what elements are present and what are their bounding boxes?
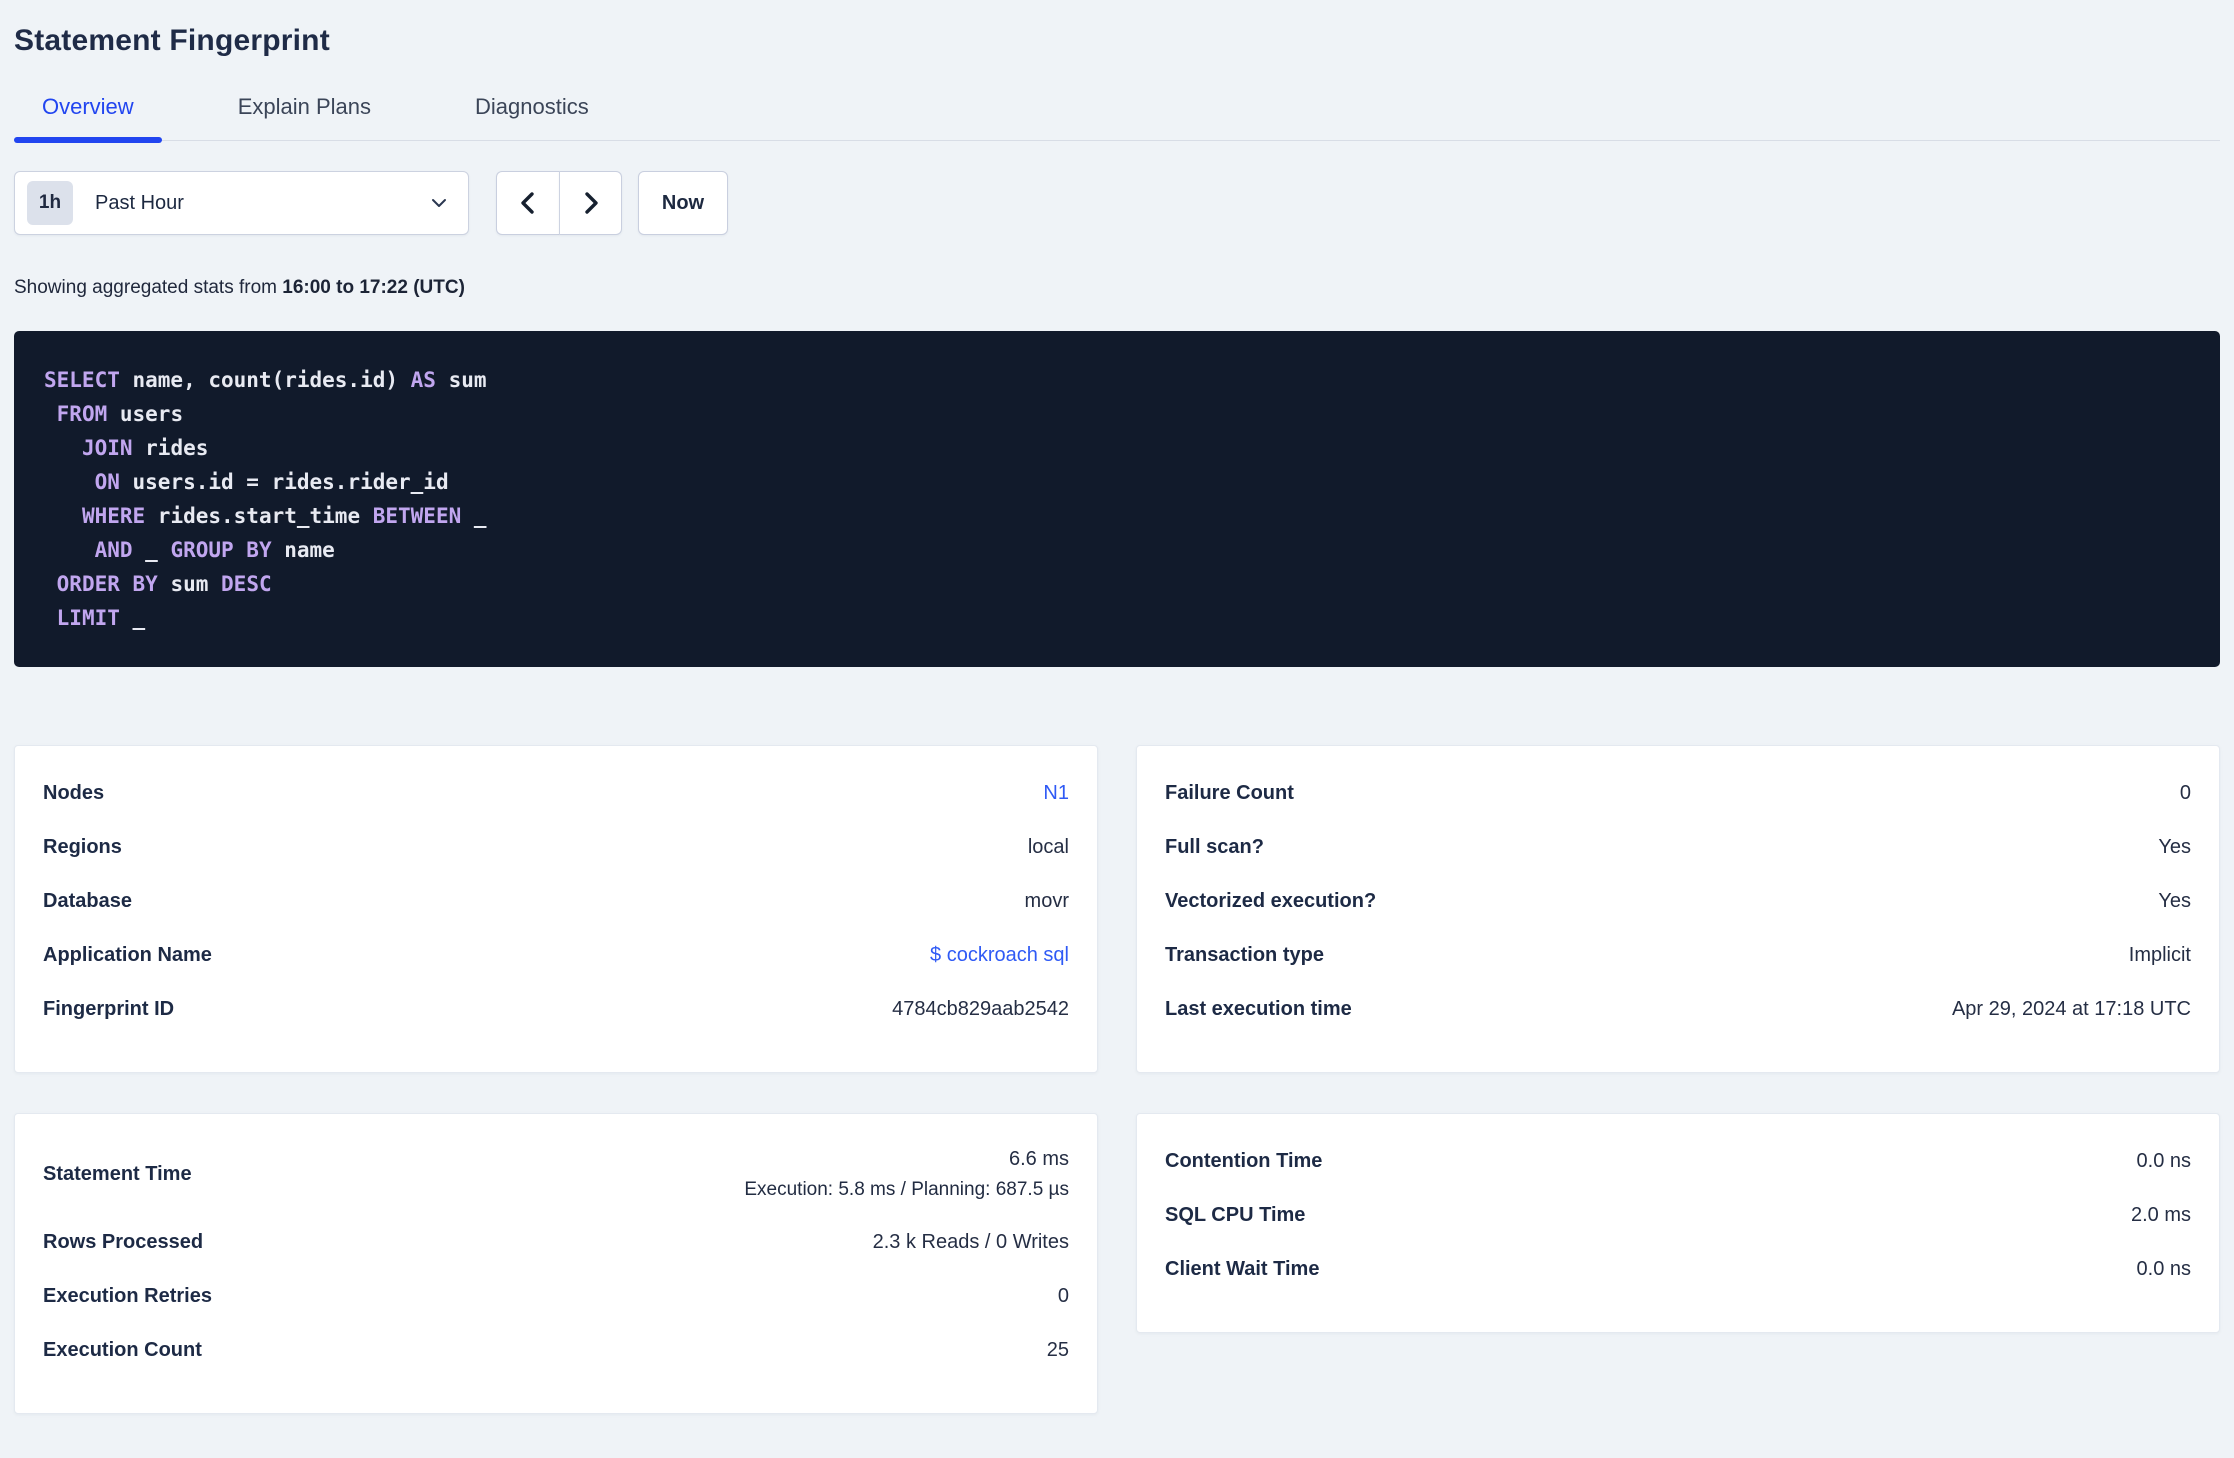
- chevron-down-icon: [432, 199, 446, 207]
- sql-line: AND _ GROUP BY name: [94, 538, 335, 562]
- vectorized-execution-label: Vectorized execution?: [1165, 889, 1377, 912]
- database-row: Database movr: [15, 874, 1097, 928]
- sql-line: LIMIT _: [56, 606, 146, 630]
- fingerprint-id-value: 4784cb829aab2542: [892, 997, 1069, 1020]
- sql-cpu-time-row: SQL CPU Time 2.0 ms: [1137, 1188, 2219, 1242]
- last-execution-time-label: Last execution time: [1165, 997, 1352, 1020]
- transaction-type-label: Transaction type: [1165, 943, 1324, 966]
- application-name-label: Application Name: [43, 943, 212, 966]
- time-arrow-group: [496, 171, 622, 235]
- client-wait-time-value: 0.0 ns: [2136, 1257, 2191, 1280]
- sql-statement-box: SELECT name, count(rides.id) AS sum FROM…: [14, 331, 2220, 667]
- sql-cpu-time-value: 2.0 ms: [2130, 1203, 2191, 1226]
- rows-processed-row: Rows Processed 2.3 k Reads / 0 Writes: [15, 1215, 1097, 1269]
- nodes-row: Nodes N1: [15, 766, 1097, 820]
- tab-explain-plans[interactable]: Explain Plans: [210, 94, 399, 140]
- nodes-label: Nodes: [43, 781, 105, 804]
- time-range-dropdown[interactable]: 1h Past Hour: [14, 171, 469, 235]
- caption-time-range: 16:00 to 17:22 (UTC): [282, 277, 465, 298]
- client-wait-time-label: Client Wait Time: [1165, 1257, 1320, 1280]
- execution-count-row: Execution Count 25: [15, 1323, 1097, 1377]
- failure-count-row: Failure Count 0: [1137, 766, 2219, 820]
- execution-retries-value: 0: [1057, 1284, 1069, 1307]
- statement-time-row: Statement Time 6.6 ms Execution: 5.8 ms …: [15, 1134, 1097, 1215]
- sql-cpu-time-label: SQL CPU Time: [1165, 1203, 1306, 1226]
- chevron-left-icon: [521, 192, 534, 214]
- summary-cards: Nodes N1 Regions local Database movr App…: [14, 745, 2220, 1414]
- database-label: Database: [43, 889, 132, 912]
- statement-time-value: 6.6 ms: [1008, 1148, 1069, 1170]
- time-controls: 1h Past Hour Now: [14, 171, 2220, 235]
- transaction-type-row: Transaction type Implicit: [1137, 928, 2219, 982]
- execution-retries-row: Execution Retries 0: [15, 1269, 1097, 1323]
- sql-line: ON users.id = rides.rider_id: [94, 470, 449, 494]
- contention-time-value: 0.0 ns: [2136, 1149, 2191, 1172]
- time-range-label: Past Hour: [95, 191, 184, 214]
- sql-line: ORDER BY sum DESC: [56, 572, 272, 596]
- sql-line: WHERE rides.start_time BETWEEN _: [81, 504, 487, 528]
- transaction-type-value: Implicit: [2128, 943, 2191, 966]
- tab-overview[interactable]: Overview: [14, 94, 162, 143]
- sql-line: JOIN rides: [81, 436, 209, 460]
- execution-count-value: 25: [1046, 1338, 1069, 1361]
- statement-timing-card: Statement Time 6.6 ms Execution: 5.8 ms …: [14, 1113, 1098, 1414]
- statement-time-label: Statement Time: [43, 1163, 192, 1185]
- tab-explain-plans-label: Explain Plans: [237, 94, 371, 119]
- application-name-link[interactable]: $ cockroach sql: [930, 944, 1069, 967]
- failure-count-value: 0: [2179, 781, 2191, 804]
- caption-prefix: Showing aggregated stats from: [14, 277, 283, 298]
- full-scan-label: Full scan?: [1165, 835, 1264, 858]
- tab-bar: Overview Explain Plans Diagnostics: [14, 94, 2220, 143]
- last-execution-time-value: Apr 29, 2024 at 17:18 UTC: [1951, 997, 2191, 1020]
- full-scan-value: Yes: [2158, 835, 2191, 858]
- contention-time-row: Contention Time 0.0 ns: [1137, 1134, 2219, 1188]
- tab-diagnostics[interactable]: Diagnostics: [447, 94, 617, 140]
- chevron-right-icon: [584, 192, 598, 214]
- aggregated-stats-caption: Showing aggregated stats from 16:00 to 1…: [14, 277, 2220, 299]
- regions-row: Regions local: [15, 820, 1097, 874]
- failure-count-label: Failure Count: [1165, 781, 1294, 804]
- time-range-badge: 1h: [27, 181, 73, 225]
- sql-line: FROM users: [56, 402, 184, 426]
- database-value: movr: [1024, 889, 1069, 912]
- page-title: Statement Fingerprint: [14, 24, 330, 57]
- application-name-row: Application Name $ cockroach sql: [15, 928, 1097, 982]
- vectorized-execution-row: Vectorized execution? Yes: [1137, 874, 2219, 928]
- tab-overview-label: Overview: [42, 94, 134, 119]
- fingerprint-id-label: Fingerprint ID: [43, 997, 175, 1020]
- statement-time-breakdown: Execution: 5.8 ms / Planning: 687.5 µs: [744, 1179, 1069, 1200]
- vectorized-execution-value: Yes: [2158, 889, 2191, 912]
- execution-count-label: Execution Count: [43, 1338, 202, 1361]
- nodes-link[interactable]: N1: [1043, 782, 1069, 805]
- wait-time-card: Contention Time 0.0 ns SQL CPU Time 2.0 …: [1136, 1113, 2220, 1333]
- rows-processed-label: Rows Processed: [43, 1230, 204, 1253]
- regions-value: local: [1027, 835, 1069, 858]
- execution-attributes-card: Failure Count 0 Full scan? Yes Vectorize…: [1136, 745, 2220, 1073]
- statement-fingerprint-page: Statement Fingerprint Overview Explain P…: [0, 0, 2234, 1414]
- rows-processed-value: 2.3 k Reads / 0 Writes: [872, 1230, 1069, 1253]
- statement-details-card: Nodes N1 Regions local Database movr App…: [14, 745, 1098, 1073]
- full-scan-row: Full scan? Yes: [1137, 820, 2219, 874]
- execution-retries-label: Execution Retries: [43, 1284, 212, 1307]
- previous-time-button[interactable]: [496, 171, 559, 235]
- contention-time-label: Contention Time: [1165, 1149, 1323, 1172]
- next-time-button[interactable]: [559, 171, 622, 235]
- client-wait-time-row: Client Wait Time 0.0 ns: [1137, 1242, 2219, 1296]
- regions-label: Regions: [43, 835, 122, 858]
- sql-line: SELECT name, count(rides.id) AS sum: [44, 368, 487, 392]
- now-button[interactable]: Now: [638, 171, 728, 235]
- last-execution-time-row: Last execution time Apr 29, 2024 at 17:1…: [1137, 982, 2219, 1036]
- fingerprint-id-row: Fingerprint ID 4784cb829aab2542: [15, 982, 1097, 1036]
- tab-diagnostics-label: Diagnostics: [475, 94, 589, 119]
